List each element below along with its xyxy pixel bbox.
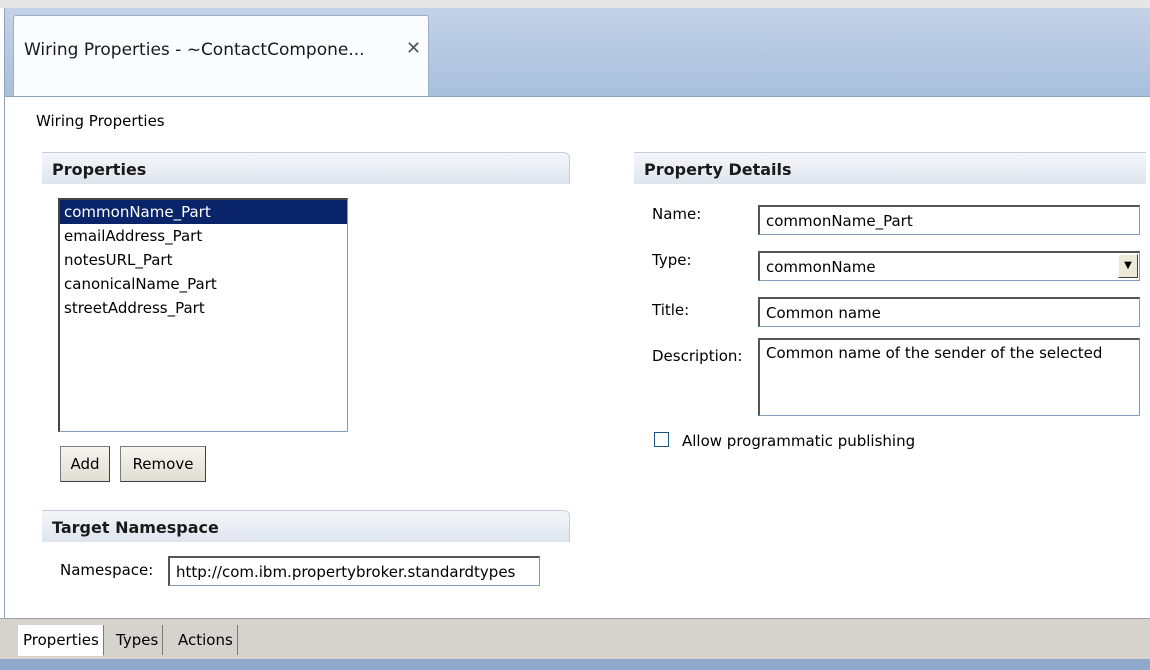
description-field[interactable]: Common name of the sender of the selecte…: [758, 338, 1140, 416]
description-label: Description:: [652, 347, 743, 365]
properties-section-header: Properties: [42, 152, 570, 184]
namespace-input[interactable]: [168, 556, 540, 586]
namespace-section-header: Target Namespace: [42, 510, 570, 542]
details-section-title: Property Details: [644, 160, 792, 179]
editor-tab[interactable]: Wiring Properties - ~ContactCompone... ✕: [13, 15, 429, 96]
editor-tab-title: Wiring Properties - ~ContactCompone...: [24, 40, 365, 60]
publishing-label: Allow programmatic publishing: [682, 432, 916, 450]
properties-list[interactable]: commonName_Part emailAddress_Part notesU…: [58, 198, 348, 432]
details-section-header: Property Details: [634, 152, 1146, 184]
tab-properties[interactable]: Properties: [18, 625, 104, 656]
bottom-stripe: [0, 659, 1150, 670]
form-title: Wiring Properties: [36, 112, 165, 130]
window-top-band: [0, 0, 1150, 8]
chevron-down-icon[interactable]: ▼: [1118, 254, 1138, 278]
type-select[interactable]: commonName ▼: [758, 251, 1140, 281]
list-item[interactable]: emailAddress_Part: [60, 224, 347, 248]
namespace-section-title: Target Namespace: [52, 518, 219, 537]
list-item[interactable]: notesURL_Part: [60, 248, 347, 272]
tab-types[interactable]: Types: [112, 625, 164, 655]
title-label: Title:: [652, 301, 690, 319]
list-item[interactable]: commonName_Part: [60, 200, 347, 224]
type-select-value: commonName: [766, 258, 876, 276]
publishing-checkbox[interactable]: [654, 432, 669, 447]
name-label: Name:: [652, 205, 702, 223]
title-field[interactable]: [758, 297, 1140, 327]
remove-button[interactable]: Remove: [120, 446, 206, 482]
list-item[interactable]: canonicalName_Part: [60, 272, 347, 296]
list-item[interactable]: streetAddress_Part: [60, 296, 347, 320]
editor-window: Wiring Properties - ~ContactCompone... ✕…: [0, 0, 1150, 670]
type-label: Type:: [652, 251, 692, 269]
tab-actions[interactable]: Actions: [174, 625, 238, 655]
name-field[interactable]: [758, 205, 1140, 235]
namespace-label: Namespace:: [60, 561, 154, 579]
properties-section-title: Properties: [52, 160, 147, 179]
close-icon[interactable]: ✕: [406, 38, 421, 59]
editor-tab-bar: Wiring Properties - ~ContactCompone... ✕: [5, 8, 1150, 97]
add-button[interactable]: Add: [60, 446, 110, 482]
